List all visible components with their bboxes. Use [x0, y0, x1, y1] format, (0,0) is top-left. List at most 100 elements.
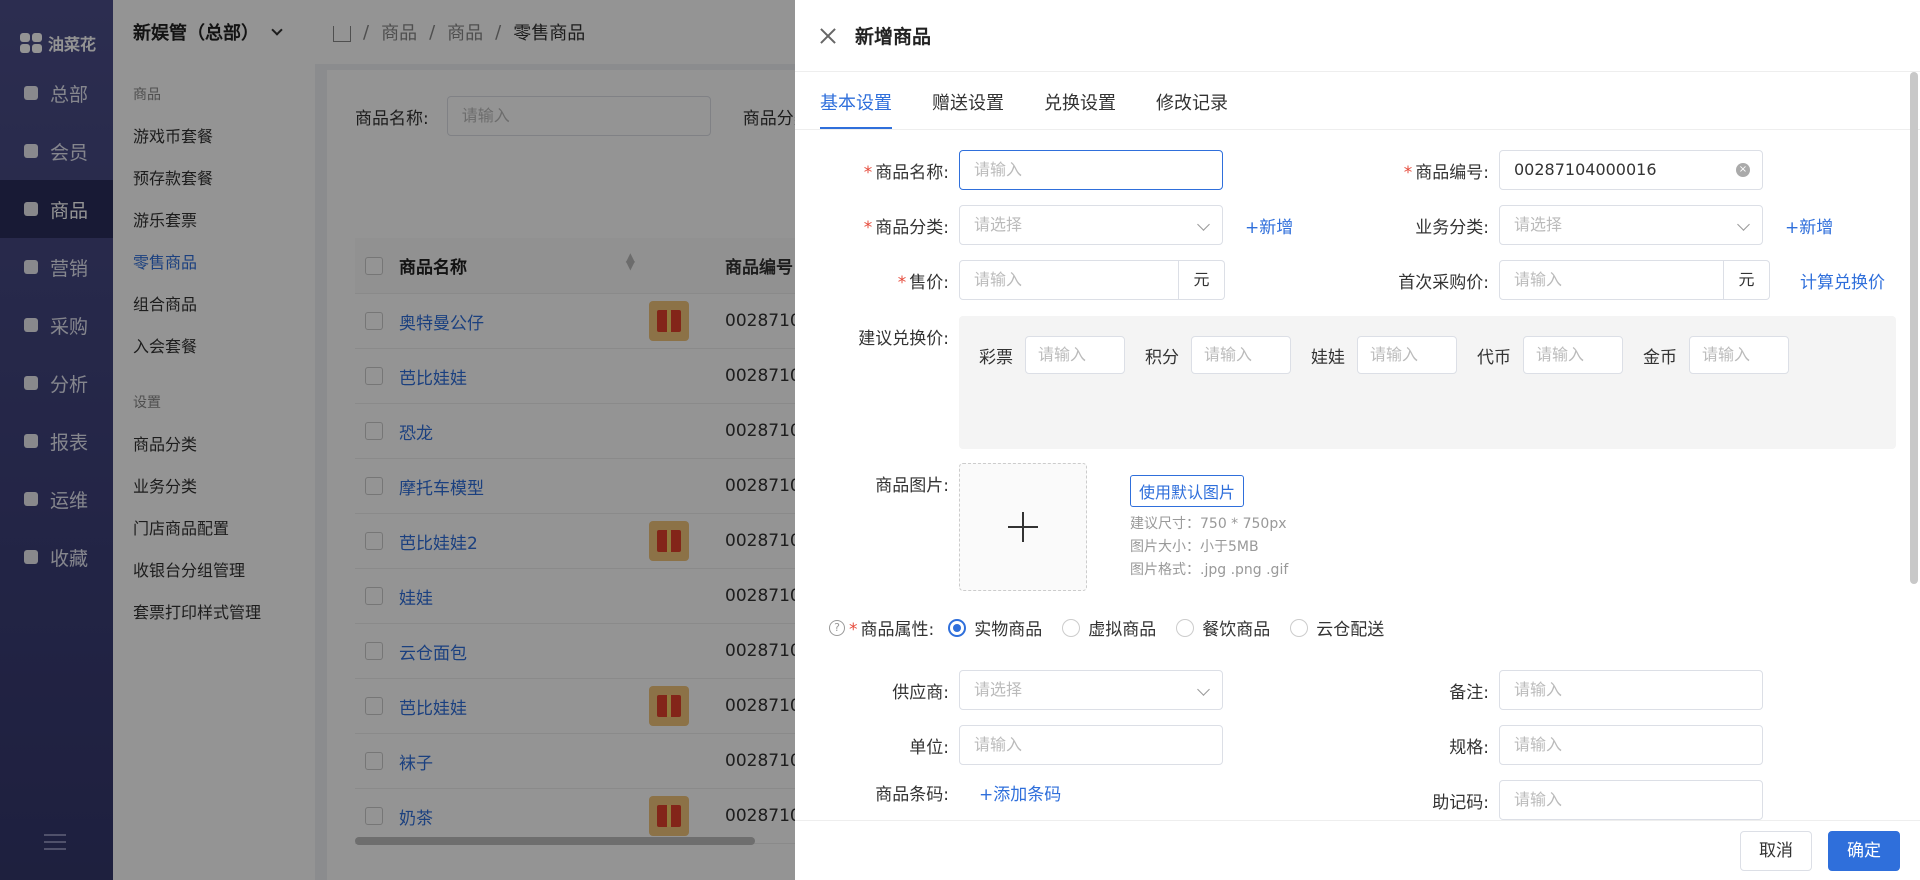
goods-form: * 商品名称: 请输入 * 商品编号: 00287104000016 × * 商品分类… — [795, 130, 1920, 820]
biz-placeholder: 请选择 — [1514, 215, 1563, 234]
tab-exchange[interactable]: 兑换设置 — [1044, 89, 1116, 129]
first-cost-label: 首次采购价: — [1398, 272, 1489, 293]
exchange-field-label: 代币 — [1477, 347, 1511, 368]
first-cost-row: 首次采购价: 请输入 元 计算兑换价 — [1359, 260, 1885, 300]
attr-row: ? * 商品属性: 实物商品 虚拟商品 餐饮商品 云仓配送 — [829, 615, 1404, 640]
supplier-row: 供应商: 请选择 — [819, 670, 1223, 710]
modal-mask[interactable] — [0, 0, 795, 880]
attr-option-label: 餐饮商品 — [1202, 620, 1271, 640]
exchange-price-box: 彩票 请输入 积分 请输入 娃娃 请输入 代币 请输入 金币 请输入 — [959, 316, 1896, 449]
drawer-scrollbar[interactable] — [1910, 72, 1918, 584]
exchange-field-label: 金币 — [1643, 347, 1677, 368]
chevron-down-icon — [1737, 218, 1750, 231]
image-label-row: 商品图片: — [819, 463, 959, 503]
drawer-title: 新增商品 — [855, 26, 932, 48]
radio-circle-icon — [948, 618, 967, 637]
drawer-footer: 取消 确定 — [795, 820, 1920, 880]
confirm-button[interactable]: 确定 — [1828, 831, 1900, 871]
drawer-header: 新增商品 — [795, 0, 1920, 72]
first-cost-input[interactable]: 请输入 — [1499, 260, 1724, 300]
exchange-row: 建议兑换价: — [819, 316, 959, 356]
hint-format: 图片格式：.jpg .png .gif — [1130, 562, 1289, 578]
category-row: * 商品分类: 请选择 +新增 — [819, 205, 1293, 245]
price-input[interactable]: 请输入 — [959, 260, 1179, 300]
exchange-field-input[interactable]: 请输入 — [1025, 336, 1125, 374]
price-label: * 售价: — [897, 272, 949, 293]
supplier-select[interactable]: 请选择 — [959, 670, 1223, 710]
radio-circle-icon — [1290, 618, 1309, 637]
exchange-field-label: 娃娃 — [1311, 347, 1345, 368]
attr-radio[interactable]: 虚拟商品 — [1062, 615, 1156, 640]
image-upload[interactable] — [959, 463, 1087, 591]
remark-input[interactable]: 请输入 — [1499, 670, 1763, 710]
image-label: 商品图片: — [875, 475, 949, 496]
attr-option-label: 云仓配送 — [1316, 620, 1385, 640]
cancel-button[interactable]: 取消 — [1740, 831, 1812, 871]
category-label: * 商品分类: — [863, 217, 949, 238]
spec-row: 规格: 请输入 — [1359, 725, 1763, 765]
add-goods-drawer: 新增商品 基本设置 赠送设置 兑换设置 修改记录 * 商品名称: 请输入 * 商品编… — [795, 0, 1920, 880]
attr-option-label: 实物商品 — [974, 620, 1043, 640]
biz-label: 业务分类: — [1415, 217, 1489, 238]
category-select[interactable]: 请选择 — [959, 205, 1223, 245]
biz-category-select[interactable]: 请选择 — [1499, 205, 1763, 245]
code-label: * 商品编号: — [1403, 162, 1489, 183]
unit-label: 单位: — [909, 737, 949, 758]
remark-row: 备注: 请输入 — [1359, 670, 1763, 710]
close-icon[interactable] — [819, 27, 837, 45]
chevron-down-icon — [1197, 683, 1210, 696]
add-biz-category-link[interactable]: +新增 — [1785, 213, 1833, 238]
spec-label: 规格: — [1449, 737, 1489, 758]
help-icon[interactable]: ? — [829, 619, 845, 636]
code-row: * 商品编号: 00287104000016 × — [1359, 150, 1763, 190]
barcode-row: 商品条码: +添加条码 — [819, 780, 1061, 805]
drawer-tabs: 基本设置 赠送设置 兑换设置 修改记录 — [795, 72, 1920, 130]
add-category-link[interactable]: +新增 — [1245, 213, 1293, 238]
attr-radio[interactable]: 云仓配送 — [1290, 615, 1384, 640]
exchange-field-input[interactable]: 请输入 — [1191, 336, 1291, 374]
add-barcode-link[interactable]: +添加条码 — [979, 780, 1061, 805]
supplier-label: 供应商: — [892, 682, 949, 703]
price-row: * 售价: 请输入 元 — [819, 260, 1225, 300]
calc-exchange-link[interactable]: 计算兑换价 — [1800, 268, 1885, 293]
exchange-field-input[interactable]: 请输入 — [1357, 336, 1457, 374]
name-label: * 商品名称: — [863, 162, 949, 183]
unit-input[interactable]: 请输入 — [959, 725, 1223, 765]
tab-basic[interactable]: 基本设置 — [820, 89, 892, 129]
tab-gift[interactable]: 赠送设置 — [932, 89, 1004, 129]
biz-row: 业务分类: 请选择 +新增 — [1359, 205, 1833, 245]
exchange-field-input[interactable]: 请输入 — [1689, 336, 1789, 374]
category-placeholder: 请选择 — [974, 215, 1023, 234]
goods-code-input[interactable]: 00287104000016 × — [1499, 150, 1763, 190]
radio-circle-icon — [1062, 618, 1081, 637]
clear-icon[interactable]: × — [1736, 163, 1750, 177]
barcode-label: 商品条码: — [875, 785, 949, 805]
attr-label: * 商品属性: — [849, 620, 935, 640]
unit-row: 单位: 请输入 — [819, 725, 1223, 765]
radio-circle-icon — [1176, 618, 1195, 637]
supplier-placeholder: 请选择 — [974, 680, 1023, 699]
name-row: * 商品名称: 请输入 — [819, 150, 1223, 190]
exchange-field-label: 彩票 — [979, 347, 1013, 368]
price-unit: 元 — [1179, 260, 1225, 300]
image-info: 使用默认图片 建议尺寸：750 * 750px 图片大小：小于5MB 图片格式：… — [1130, 475, 1288, 582]
goods-code-value: 00287104000016 — [1514, 160, 1657, 179]
mnemonic-input[interactable]: 请输入 — [1499, 780, 1763, 820]
mnemonic-label: 助记码: — [1432, 792, 1489, 813]
exchange-field-label: 积分 — [1145, 347, 1179, 368]
use-default-image-button[interactable]: 使用默认图片 — [1130, 475, 1245, 507]
attr-radio[interactable]: 餐饮商品 — [1176, 615, 1270, 640]
tab-history[interactable]: 修改记录 — [1156, 89, 1228, 129]
mnemonic-row: 助记码: 请输入 — [1359, 780, 1763, 820]
goods-name-input[interactable]: 请输入 — [959, 150, 1223, 190]
exchange-field-input[interactable]: 请输入 — [1523, 336, 1623, 374]
attr-option-label: 虚拟商品 — [1088, 620, 1157, 640]
attr-radio[interactable]: 实物商品 — [948, 615, 1042, 640]
first-cost-unit: 元 — [1724, 260, 1770, 300]
chevron-down-icon — [1197, 218, 1210, 231]
exchange-label: 建议兑换价: — [858, 328, 949, 349]
hint-filesize: 图片大小：小于5MB — [1130, 539, 1259, 555]
spec-input[interactable]: 请输入 — [1499, 725, 1763, 765]
remark-label: 备注: — [1449, 682, 1489, 703]
hint-size: 建议尺寸：750 * 750px — [1130, 516, 1287, 532]
